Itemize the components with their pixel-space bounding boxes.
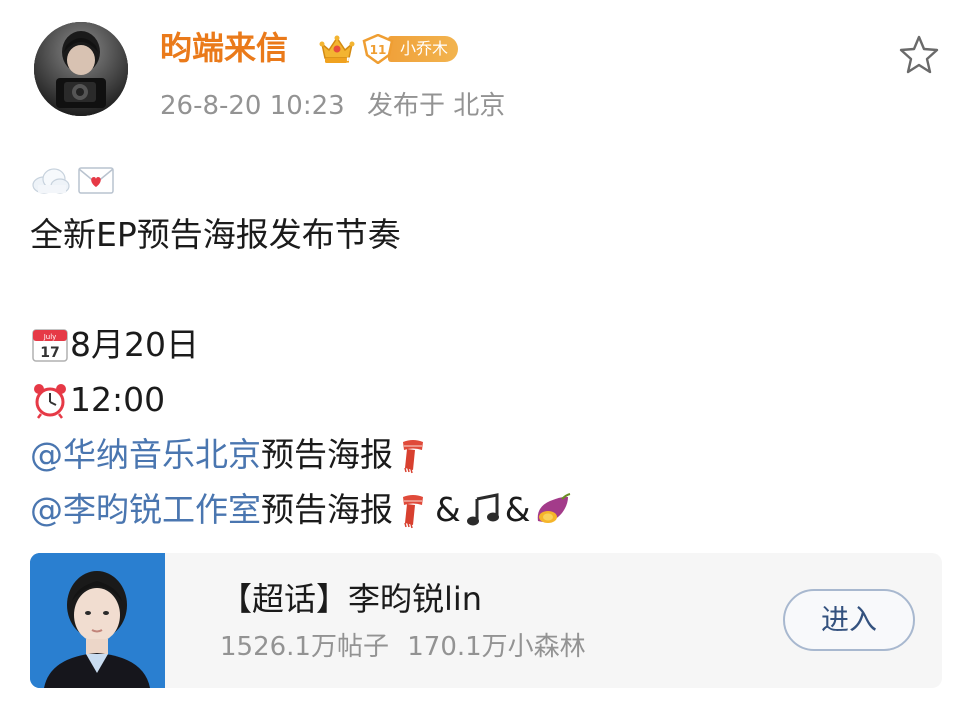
time-text: 12:00	[70, 380, 166, 419]
diamond-shield-icon: 11	[362, 34, 394, 64]
svg-text:5: 5	[346, 57, 352, 66]
mention-2-text: 预告海报	[261, 490, 393, 529]
author-name[interactable]: 昀端来信	[160, 28, 288, 68]
mention-line-2: @李昀锐工作室 预告海报 & &	[30, 482, 930, 537]
post-content: 全新EP预告海报发布节奏 July 17 8月20日 12:00 @华纳音乐北京…	[30, 152, 930, 537]
love-letter-emoji	[76, 161, 116, 199]
scarf-emoji	[393, 491, 433, 529]
date-text: 8月20日	[70, 325, 199, 364]
svg-text:17: 17	[40, 345, 59, 361]
author-avatar[interactable]	[34, 22, 128, 116]
time-line: 12:00	[30, 372, 930, 427]
mention-1-text: 预告海报	[261, 435, 393, 474]
date-line: July 17 8月20日	[30, 317, 930, 372]
scarf-emoji	[393, 436, 433, 474]
calendar-emoji: July 17	[30, 326, 70, 364]
post-location: 发布于 北京	[366, 91, 506, 121]
sweet-potato-emoji	[532, 491, 572, 529]
ampersand: &	[435, 490, 461, 529]
level-number: 11	[370, 43, 387, 57]
ampersand: &	[504, 490, 531, 529]
topic-cover-image	[30, 553, 165, 688]
mention-studio[interactable]: @李昀锐工作室	[30, 482, 261, 537]
fan-level-badge[interactable]: 11 小乔木	[362, 34, 459, 64]
mention-line-1: @华纳音乐北京 预告海报	[30, 427, 930, 482]
crown-icon[interactable]: 5	[318, 32, 356, 66]
emoji-row	[30, 152, 930, 207]
topic-stats: 1526.1万帖子 170.1万小森林	[220, 627, 586, 667]
topic-title: 【超话】李昀锐lin	[220, 580, 483, 618]
svg-text:July: July	[43, 333, 57, 341]
star-icon[interactable]	[898, 34, 940, 74]
cloud-emoji	[30, 161, 70, 199]
mention-warner-music[interactable]: @华纳音乐北京	[30, 427, 261, 482]
post-meta: 26-8-20 10:23 发布于 北京	[160, 88, 505, 124]
alarm-clock-emoji	[30, 381, 70, 419]
post-time: 26-8-20 10:23	[160, 91, 345, 121]
headline: 全新EP预告海报发布节奏	[30, 215, 401, 254]
topic-post-count: 1526.1万帖子	[220, 632, 389, 662]
super-topic-card[interactable]: 【超话】李昀锐lin 1526.1万帖子 170.1万小森林 进入	[30, 553, 942, 688]
enter-button[interactable]: 进入	[783, 589, 915, 651]
fan-label: 小乔木	[388, 36, 459, 62]
topic-member-count: 170.1万小森林	[407, 632, 586, 662]
music-note-emoji	[463, 491, 503, 529]
